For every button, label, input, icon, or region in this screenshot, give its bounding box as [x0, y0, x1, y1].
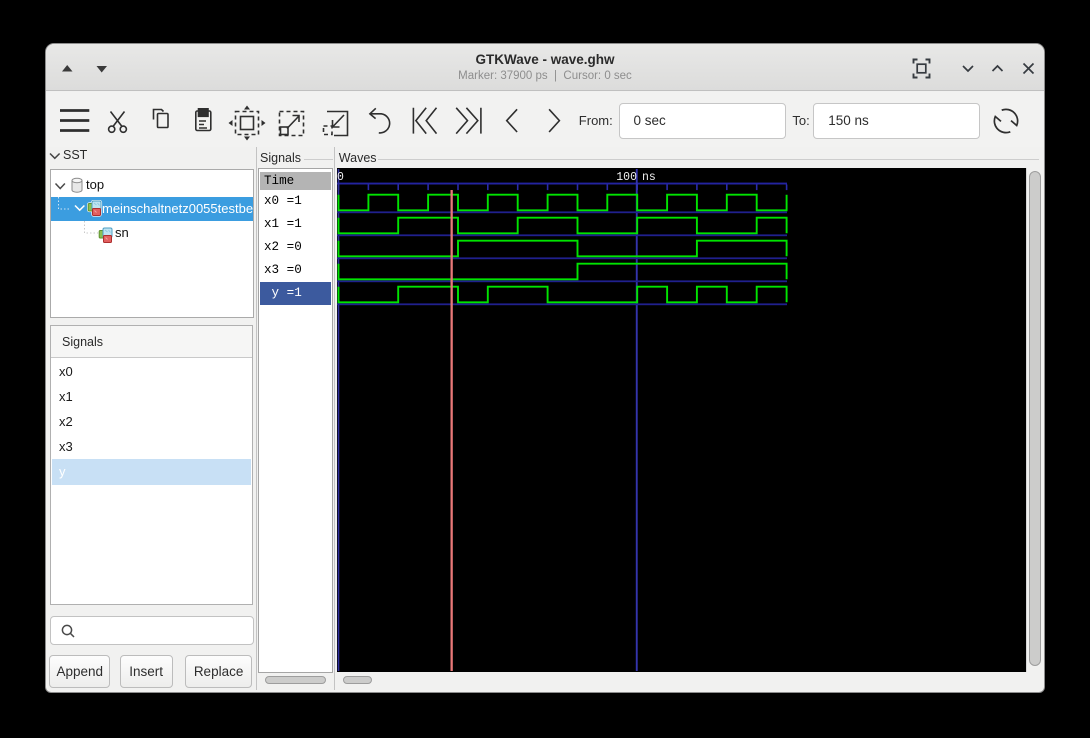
svg-text:0: 0	[337, 171, 344, 184]
svg-text:100: 100	[616, 171, 637, 184]
svg-text:ns: ns	[642, 171, 656, 184]
